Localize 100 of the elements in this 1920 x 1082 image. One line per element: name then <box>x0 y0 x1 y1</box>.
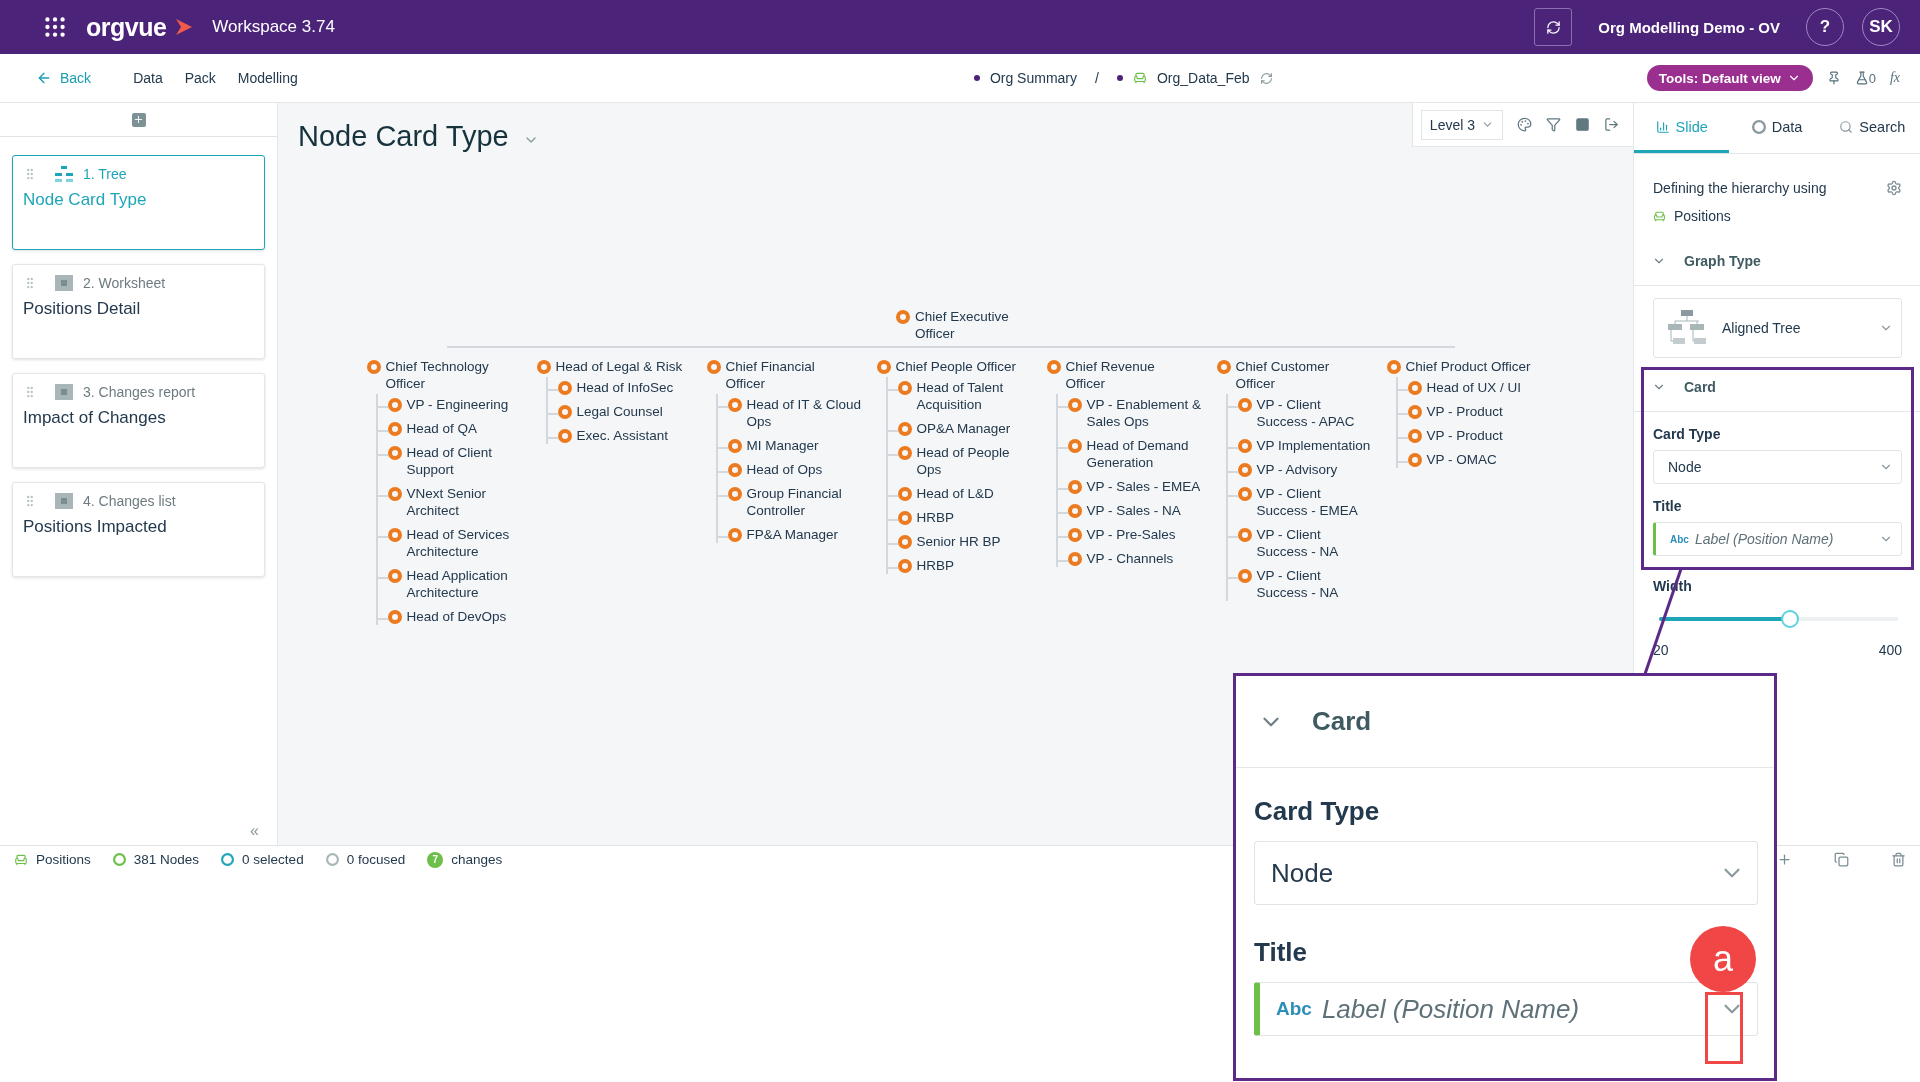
status-text: changes <box>451 852 503 867</box>
delete-icon[interactable] <box>1891 852 1906 867</box>
node-icon <box>387 528 402 542</box>
node-label: VP - Client Success - NA <box>1256 526 1340 560</box>
node-label: VP - Product <box>1426 403 1503 420</box>
filter-icon[interactable] <box>1546 117 1561 132</box>
card-type-dropdown[interactable]: Node <box>1254 841 1758 905</box>
node-icon <box>387 422 402 436</box>
node-label: Head of IT & Cloud Ops <box>746 396 863 430</box>
title-dropdown[interactable]: Abc Label (Position Name) <box>1653 522 1902 556</box>
panel-tab[interactable]: Data <box>1729 103 1825 153</box>
node-icon <box>387 610 402 624</box>
node-icon <box>557 429 572 443</box>
node-icon <box>896 310 910 324</box>
status-text: Positions <box>36 852 91 867</box>
node-icon <box>1407 381 1422 395</box>
add-icon[interactable] <box>1777 852 1792 867</box>
pin-icon[interactable] <box>1826 71 1841 85</box>
slide-title: Node Card Type <box>298 120 509 153</box>
menu-link[interactable]: Modelling <box>237 70 298 86</box>
square-icon[interactable] <box>1575 117 1590 132</box>
breadcrumb-link[interactable]: Org Summary <box>989 70 1077 86</box>
refresh-icon <box>1545 19 1561 35</box>
section-header[interactable]: Graph Type <box>1634 236 1920 286</box>
node-label: Head of Services Architecture <box>406 526 511 560</box>
node-label: VP - Engineering <box>406 396 509 413</box>
apps-menu-icon[interactable] <box>42 14 68 40</box>
project-name: Org Modelling Demo - OV <box>1598 18 1780 36</box>
node-icon <box>897 446 912 460</box>
node-icon <box>1237 463 1252 477</box>
node-icon <box>557 405 572 419</box>
tools-dropdown[interactable]: Tools: Default view <box>1646 65 1813 91</box>
slide-type-label: 1. Tree <box>83 166 127 182</box>
node-icon <box>366 360 381 374</box>
settings-icon[interactable] <box>1886 180 1902 196</box>
menu-link[interactable]: Pack <box>184 70 216 86</box>
palette-icon[interactable] <box>1517 117 1532 132</box>
card-type-dropdown[interactable]: Node <box>1653 450 1902 484</box>
node-label: Chief Revenue Officer <box>1065 358 1156 392</box>
graph-type-dropdown[interactable]: Aligned Tree <box>1653 298 1902 358</box>
node-icon <box>1237 439 1252 453</box>
node-icon <box>1386 360 1401 374</box>
node-label: VP - Pre-Sales <box>1086 526 1176 543</box>
status-text: 381 Nodes <box>133 852 200 867</box>
dot-icon <box>973 75 980 81</box>
node-icon <box>1407 429 1422 443</box>
node-label: Head of Legal & Risk <box>555 358 683 375</box>
panel-tab[interactable]: Search <box>1824 103 1920 153</box>
ring-icon <box>325 853 339 866</box>
slide-type-label: 2. Worksheet <box>83 275 166 291</box>
chair-icon <box>14 852 28 867</box>
node-icon <box>1237 487 1252 501</box>
node-label: Chief Technology Officer <box>385 358 490 392</box>
node-icon <box>727 487 742 501</box>
node-icon <box>557 381 572 395</box>
slide-title: Impact of Changes <box>23 408 167 428</box>
node-icon <box>1067 398 1082 412</box>
node-label: VP Implementation <box>1256 437 1371 454</box>
add-button[interactable] <box>131 112 146 127</box>
node-label: VP - Client Success - APAC <box>1256 396 1356 430</box>
node-icon <box>1407 405 1422 419</box>
node-ring-icon <box>112 853 126 866</box>
title-dropdown[interactable]: Abc Label (Position Name) <box>1254 982 1758 1036</box>
node-icon <box>1067 439 1082 453</box>
section-header[interactable]: Card <box>1236 676 1774 768</box>
node-label: VP - OMAC <box>1426 451 1497 468</box>
slide-card[interactable]: 4. Changes list Positions Impacted <box>12 482 265 577</box>
export-icon[interactable] <box>1604 117 1619 132</box>
node-icon <box>897 381 912 395</box>
slide-card[interactable]: 3. Changes report Impact of Changes <box>12 373 265 468</box>
slide-card[interactable]: 2. Worksheet Positions Detail <box>12 264 265 359</box>
node-label: Head of L&D <box>916 485 994 502</box>
node-icon <box>1067 552 1082 566</box>
flask-icon[interactable] <box>1854 71 1869 85</box>
node-label: VNext Senior Architect <box>406 485 488 519</box>
section-header[interactable]: Card <box>1634 362 1920 412</box>
slider-thumb[interactable] <box>1781 610 1800 628</box>
breadcrumb-link[interactable]: Org_Data_Feb <box>1156 70 1250 86</box>
node-icon <box>897 487 912 501</box>
menu-link[interactable]: Data <box>133 70 163 86</box>
node-label: VP - Channels <box>1086 550 1174 567</box>
copy-icon[interactable] <box>1834 852 1849 867</box>
refresh-button[interactable] <box>1534 8 1573 46</box>
node-icon <box>727 528 742 542</box>
node-label: Chief Product Officer <box>1405 358 1531 375</box>
node-icon <box>1046 360 1061 374</box>
hierarchy-text: Defining the hierarchy using <box>1653 180 1827 196</box>
field-label: Card Type <box>1254 796 1380 827</box>
status-text: 0 focused <box>346 852 406 867</box>
node-label: VP - Client Success - EMEA <box>1256 485 1359 519</box>
node-label: MI Manager <box>746 437 819 454</box>
level-dropdown[interactable]: Level 3 <box>1420 109 1503 140</box>
node-icon <box>727 439 742 453</box>
node-icon <box>387 398 402 412</box>
chair-icon <box>1132 71 1147 85</box>
formula-button[interactable]: fx <box>1889 70 1900 86</box>
node-icon <box>706 360 721 374</box>
tree-icon <box>55 166 73 182</box>
node-label: Head of QA <box>406 420 478 437</box>
node-label: Head of UX / UI <box>1426 379 1522 396</box>
